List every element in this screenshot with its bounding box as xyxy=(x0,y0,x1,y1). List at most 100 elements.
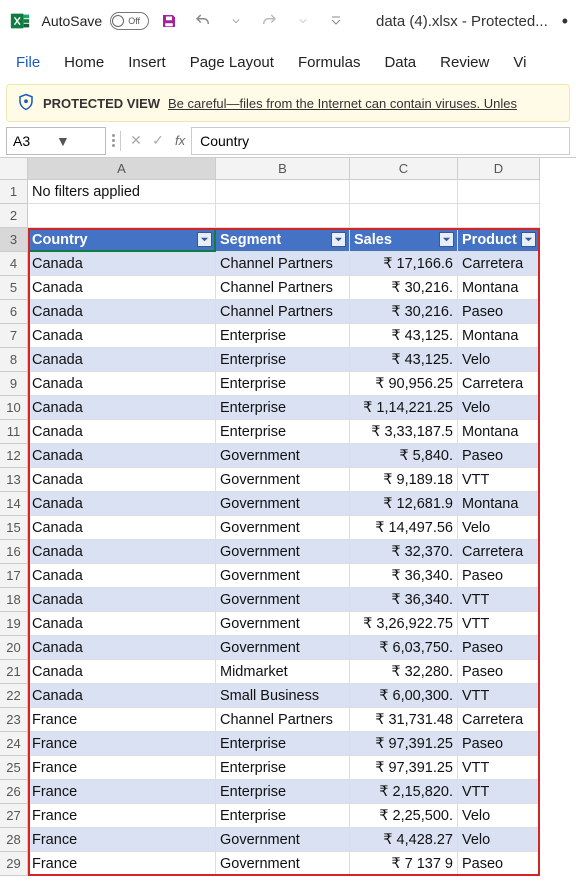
col-header-B[interactable]: B xyxy=(216,158,350,180)
header-segment[interactable]: Segment xyxy=(216,228,350,252)
cell-segment[interactable]: Enterprise xyxy=(216,420,350,444)
cell-product[interactable]: Carretera xyxy=(458,372,540,396)
cell-segment[interactable]: Channel Partners xyxy=(216,708,350,732)
row-header[interactable]: 28 xyxy=(0,828,28,852)
cell-segment[interactable]: Government xyxy=(216,444,350,468)
cell-segment[interactable]: Channel Partners xyxy=(216,276,350,300)
cell-product[interactable]: VTT xyxy=(458,780,540,804)
cell-product[interactable]: VTT xyxy=(458,612,540,636)
cell[interactable] xyxy=(216,180,350,204)
save-button[interactable] xyxy=(155,7,182,35)
cell-segment[interactable]: Channel Partners xyxy=(216,252,350,276)
row-header[interactable]: 2 xyxy=(0,204,28,228)
fx-icon[interactable]: fx xyxy=(175,133,185,148)
cell-segment[interactable]: Enterprise xyxy=(216,780,350,804)
cell-sales[interactable]: ₹ 30,216. xyxy=(350,276,458,300)
row-header[interactable]: 13 xyxy=(0,468,28,492)
cell-country[interactable]: France xyxy=(28,756,216,780)
cell-segment[interactable]: Government xyxy=(216,540,350,564)
cell-segment[interactable]: Government xyxy=(216,636,350,660)
col-header-C[interactable]: C xyxy=(350,158,458,180)
cell-sales[interactable]: ₹ 97,391.25 xyxy=(350,756,458,780)
cell-sales[interactable]: ₹ 14,497.56 xyxy=(350,516,458,540)
row-header[interactable]: 12 xyxy=(0,444,28,468)
cell-country[interactable]: Canada xyxy=(28,252,216,276)
cell-sales[interactable]: ₹ 2,15,820. xyxy=(350,780,458,804)
cell-product[interactable]: Paseo xyxy=(458,732,540,756)
cell-country[interactable]: France xyxy=(28,780,216,804)
cell-segment[interactable]: Government xyxy=(216,612,350,636)
row-header[interactable]: 14 xyxy=(0,492,28,516)
cell-sales[interactable]: ₹ 17,166.6 xyxy=(350,252,458,276)
cell-sales[interactable]: ₹ 32,370. xyxy=(350,540,458,564)
cell-product[interactable]: Velo xyxy=(458,516,540,540)
cell-segment[interactable]: Enterprise xyxy=(216,732,350,756)
formula-bar[interactable]: Country xyxy=(191,127,570,155)
cell-segment[interactable]: Channel Partners xyxy=(216,300,350,324)
row-header[interactable]: 11 xyxy=(0,420,28,444)
row-header[interactable]: 15 xyxy=(0,516,28,540)
cell-product[interactable]: Montana xyxy=(458,324,540,348)
tab-home[interactable]: Home xyxy=(64,54,104,71)
col-header-D[interactable]: D xyxy=(458,158,540,180)
filter-button[interactable] xyxy=(521,232,536,247)
undo-dropdown[interactable] xyxy=(222,7,249,35)
cell-sales[interactable]: ₹ 1,14,221.25 xyxy=(350,396,458,420)
cell-product[interactable]: Montana xyxy=(458,420,540,444)
row-header[interactable]: 25 xyxy=(0,756,28,780)
row-header[interactable]: 8 xyxy=(0,348,28,372)
cell-product[interactable]: VTT xyxy=(458,756,540,780)
cell-product[interactable]: Montana xyxy=(458,492,540,516)
row-header[interactable]: 23 xyxy=(0,708,28,732)
cell-country[interactable]: France xyxy=(28,804,216,828)
cell-product[interactable]: Paseo xyxy=(458,300,540,324)
cell-country[interactable]: Canada xyxy=(28,636,216,660)
tab-review[interactable]: Review xyxy=(440,54,489,71)
cell-sales[interactable]: ₹ 43,125. xyxy=(350,324,458,348)
cell-segment[interactable]: Enterprise xyxy=(216,804,350,828)
cell-sales[interactable]: ₹ 7 137 9 xyxy=(350,852,458,876)
cell-product[interactable]: Paseo xyxy=(458,564,540,588)
cell-product[interactable]: Velo xyxy=(458,828,540,852)
cell-segment[interactable]: Government xyxy=(216,852,350,876)
cell-sales[interactable]: ₹ 2,25,500. xyxy=(350,804,458,828)
row-header[interactable]: 9 xyxy=(0,372,28,396)
row-header[interactable]: 21 xyxy=(0,660,28,684)
cell-segment[interactable]: Government xyxy=(216,564,350,588)
cell[interactable] xyxy=(350,180,458,204)
cell[interactable] xyxy=(216,204,350,228)
tab-data[interactable]: Data xyxy=(384,54,416,71)
filter-button[interactable] xyxy=(331,232,346,247)
cell-segment[interactable]: Enterprise xyxy=(216,396,350,420)
tab-view[interactable]: Vi xyxy=(513,54,526,71)
cell-country[interactable]: Canada xyxy=(28,372,216,396)
row-header[interactable]: 5 xyxy=(0,276,28,300)
autosave-toggle[interactable]: Off xyxy=(110,12,149,30)
header-sales[interactable]: Sales xyxy=(350,228,458,252)
select-all-triangle[interactable] xyxy=(0,158,28,180)
cell-country[interactable]: Canada xyxy=(28,444,216,468)
tab-insert[interactable]: Insert xyxy=(128,54,166,71)
row-header[interactable]: 26 xyxy=(0,780,28,804)
cell-country[interactable]: France xyxy=(28,708,216,732)
cell-product[interactable]: Carretera xyxy=(458,252,540,276)
row-header[interactable]: 16 xyxy=(0,540,28,564)
name-box[interactable]: A3 ▼ xyxy=(6,127,106,155)
cell-country[interactable]: Canada xyxy=(28,684,216,708)
cell-country[interactable]: Canada xyxy=(28,564,216,588)
cell-product[interactable]: Velo xyxy=(458,396,540,420)
row-header[interactable]: 27 xyxy=(0,804,28,828)
row-header[interactable]: 7 xyxy=(0,324,28,348)
cell-country[interactable]: France xyxy=(28,852,216,876)
filter-button[interactable] xyxy=(197,232,212,247)
cell-segment[interactable]: Small Business xyxy=(216,684,350,708)
row-header[interactable]: 19 xyxy=(0,612,28,636)
cell-product[interactable]: Paseo xyxy=(458,444,540,468)
cell-product[interactable]: VTT xyxy=(458,684,540,708)
cell-product[interactable]: Paseo xyxy=(458,636,540,660)
cell-sales[interactable]: ₹ 5,840. xyxy=(350,444,458,468)
cell[interactable] xyxy=(458,204,540,228)
undo-button[interactable] xyxy=(189,7,216,35)
cell-country[interactable]: Canada xyxy=(28,468,216,492)
cell-segment[interactable]: Midmarket xyxy=(216,660,350,684)
